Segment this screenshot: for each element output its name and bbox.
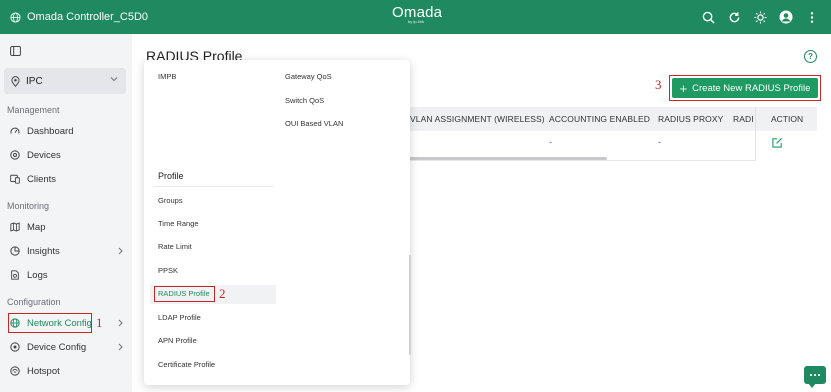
column-header[interactable]: ACCOUNTING ENABLED <box>549 107 650 131</box>
chevron-right-icon <box>118 343 123 351</box>
sidebar: IPC Management Dashboard Devices Clients… <box>0 34 132 392</box>
sidebar-item-map[interactable]: Map <box>10 218 45 236</box>
step-marker-1: 1 <box>96 315 103 330</box>
top-bar: Omada Controller_C5D0 Omada by tp-link <box>0 0 831 34</box>
sidebar-item-device-config[interactable]: Device Config <box>10 338 123 356</box>
radius-proxy-cell: - <box>658 137 661 147</box>
menu-item-apn-profile[interactable]: APN Profile <box>158 336 197 345</box>
sidebar-item-label: Clients <box>27 173 57 185</box>
create-radius-profile-button[interactable]: + Create New RADIUS Profile <box>672 78 818 98</box>
insights-icon <box>10 246 20 256</box>
network-config-menu: IMPB Gateway QoS Switch QoS OUI Based VL… <box>144 60 411 385</box>
menu-item-groups[interactable]: Groups <box>158 196 183 205</box>
site-select-value: IPC <box>26 75 43 87</box>
menu-item-ppsk[interactable]: PPSK <box>158 266 178 275</box>
avatar[interactable] <box>779 10 793 24</box>
sidebar-item-hotspot[interactable]: Hotspot <box>10 362 60 380</box>
create-button-highlight: + Create New RADIUS Profile <box>669 75 821 101</box>
device-icon <box>10 150 20 160</box>
column-header[interactable]: RADI <box>733 107 754 131</box>
sidebar-item-clients[interactable]: Clients <box>10 170 56 188</box>
theme-sun-icon[interactable] <box>753 10 767 24</box>
logs-icon <box>11 270 19 280</box>
chevron-right-icon <box>118 247 123 255</box>
site-switcher[interactable]: Omada Controller_C5D0 <box>10 0 148 34</box>
location-pin-icon <box>11 75 20 87</box>
column-header[interactable]: VLAN ASSIGNMENT (WIRELESS) <box>410 107 545 131</box>
sidebar-item-label: Dashboard <box>27 125 74 137</box>
accounting-enabled-cell: - <box>549 137 552 147</box>
column-header[interactable]: RADIUS PROXY <box>658 107 723 131</box>
menu-item-time-range[interactable]: Time Range <box>158 219 199 228</box>
plus-icon: + <box>679 80 688 96</box>
menu-scrollbar[interactable] <box>409 255 411 355</box>
site-name: Omada Controller_C5D0 <box>27 11 149 23</box>
column-header: ACTION <box>756 107 817 131</box>
menu-divider <box>154 186 274 187</box>
map-icon <box>10 222 20 232</box>
menu-item-gateway-qos[interactable]: Gateway QoS <box>285 72 332 81</box>
menu-item-radius-profile[interactable]: RADIUS Profile <box>158 289 210 298</box>
step-marker-3: 3 <box>655 77 662 92</box>
sidebar-item-label: Device Config <box>27 341 87 353</box>
globe-icon <box>10 11 21 23</box>
menu-item-switch-qos[interactable]: Switch QoS <box>285 96 324 105</box>
menu-item-rate-limit[interactable]: Rate Limit <box>158 242 192 251</box>
search-icon[interactable] <box>701 10 715 24</box>
network-config-highlight <box>8 313 92 333</box>
sidebar-item-devices[interactable]: Devices <box>10 146 61 164</box>
clients-icon <box>10 174 20 184</box>
section-configuration: Configuration <box>7 297 61 307</box>
chat-icon[interactable] <box>804 366 826 388</box>
chevron-right-icon <box>118 319 123 327</box>
more-menu-icon[interactable] <box>805 10 819 24</box>
sidebar-toggle-icon[interactable] <box>10 46 21 56</box>
sidebar-item-label: Logs <box>27 269 48 281</box>
chevron-down-icon <box>110 77 118 82</box>
table-horizontal-scrollbar[interactable] <box>408 157 607 160</box>
device-config-icon <box>10 342 20 352</box>
brand-sub: by tp-link <box>407 19 424 24</box>
sidebar-item-logs[interactable]: Logs <box>10 266 48 284</box>
sidebar-item-insights[interactable]: Insights <box>10 242 123 260</box>
menu-item-impb[interactable]: IMPB <box>158 72 176 81</box>
action-column: ACTION <box>755 107 817 161</box>
sidebar-item-label: Insights <box>27 245 60 257</box>
section-management: Management <box>7 105 60 115</box>
sidebar-item-dashboard[interactable]: Dashboard <box>10 122 73 140</box>
gauge-icon <box>10 127 20 134</box>
section-monitoring: Monitoring <box>7 201 50 211</box>
sidebar-item-label: Map <box>27 221 46 233</box>
menu-item-oui-based-vlan[interactable]: OUI Based VLAN <box>285 119 343 128</box>
menu-section-profile: Profile <box>158 171 184 181</box>
sidebar-item-label: Hotspot <box>27 365 60 377</box>
menu-item-ldap-profile[interactable]: LDAP Profile <box>158 313 201 322</box>
refresh-icon[interactable] <box>727 10 741 24</box>
edit-icon[interactable] <box>772 137 783 148</box>
brand-logo: Omada by tp-link <box>392 4 442 24</box>
step-marker-2: 2 <box>219 286 226 301</box>
menu-item-certificate-profile[interactable]: Certificate Profile <box>158 360 215 369</box>
help-icon[interactable]: ? <box>804 50 817 63</box>
sidebar-item-label: Devices <box>27 149 61 161</box>
create-button-label: Create New RADIUS Profile <box>692 82 811 94</box>
hotspot-icon <box>10 366 20 376</box>
site-select[interactable]: IPC <box>4 68 126 94</box>
